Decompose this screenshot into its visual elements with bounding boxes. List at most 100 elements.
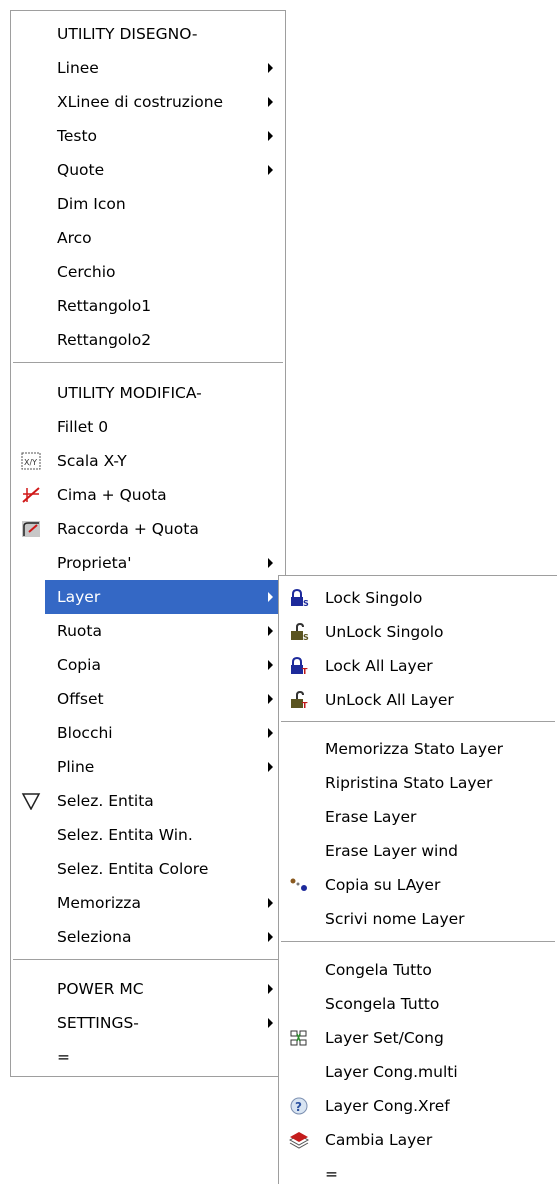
menu-item-label: SETTINGS- [57,1014,139,1032]
menu-item-label: Congela Tutto [325,961,432,979]
change-layer-icon [288,1131,310,1149]
unlock-single-icon: S [289,622,309,642]
menu-item-label: Layer [57,588,101,606]
menu-item-label: Layer Cong.multi [325,1063,458,1081]
menu-item-label: = [57,1048,70,1066]
submenu-item-memorizza-stato-layer[interactable]: Memorizza Stato Layer [279,732,557,766]
menu-item-label: Rettangolo2 [57,331,152,349]
submenu-item-unlock-all-layer[interactable]: T UnLock All Layer [279,683,557,717]
layer-submenu: S Lock Singolo S UnLock Singolo T Lock A… [278,575,557,1184]
menu-item-linee[interactable]: Linee [11,51,285,85]
submenu-arrow-icon [268,898,273,908]
svg-text:S: S [303,599,309,607]
submenu-item-erase-layer-wind[interactable]: Erase Layer wind [279,834,557,868]
svg-text:?: ? [295,1100,302,1114]
menu-item-copia[interactable]: Copia [11,648,285,682]
menu-item-rettangolo2[interactable]: Rettangolo2 [11,323,285,357]
submenu-arrow-icon [268,592,273,602]
menu-item-label: Scrivi nome Layer [325,910,465,928]
submenu-arrow-icon [268,984,273,994]
menu-item-utility-disegno[interactable]: UTILITY DISEGNO- [11,17,285,51]
menu-item-fillet-0[interactable]: Fillet 0 [11,410,285,444]
menu-separator [281,721,555,723]
menu-item-scala-xy[interactable]: X/Y Scala X-Y [11,444,285,478]
submenu-item-copia-su-layer[interactable]: Copia su LAyer [279,868,557,902]
menu-item-offset[interactable]: Offset [11,682,285,716]
lock-all-icon: T [289,656,309,676]
menu-item-label: Erase Layer [325,808,417,826]
menu-item-label: Rettangolo1 [57,297,152,315]
submenu-item-cambia-layer[interactable]: Cambia Layer [279,1123,557,1157]
menu-item-label: Erase Layer wind [325,842,458,860]
menu-item-label: Linee [57,59,99,77]
help-xref-icon: ? [289,1097,309,1115]
submenu-item-unlock-singolo[interactable]: S UnLock Singolo [279,615,557,649]
menu-item-label: Memorizza [57,894,141,912]
menu-item-layer[interactable]: Layer [45,580,285,614]
submenu-item-congela-tutto[interactable]: Congela Tutto [279,953,557,987]
menu-item-rettangolo1[interactable]: Rettangolo1 [11,289,285,323]
menu-item-dim-icon[interactable]: Dim Icon [11,187,285,221]
menu-item-label: Offset [57,690,104,708]
trim-dimension-icon [21,486,41,504]
submenu-item-layer-cong-xref[interactable]: ? Layer Cong.Xref [279,1089,557,1123]
menu-item-label: Arco [57,229,92,247]
menu-item-seleziona[interactable]: Seleziona [11,920,285,954]
menu-item-label: Selez. Entita Win. [57,826,193,844]
menu-item-pline[interactable]: Pline [11,750,285,784]
menu-item-label: Quote [57,161,105,179]
menu-item-label: = [325,1165,338,1183]
menu-item-proprieta[interactable]: Proprieta' [11,546,285,580]
submenu-arrow-icon [268,694,273,704]
submenu-arrow-icon [268,165,273,175]
submenu-item-layer-set-cong[interactable]: Layer Set/Cong [279,1021,557,1055]
menu-separator [13,362,283,364]
submenu-item-erase-layer[interactable]: Erase Layer [279,800,557,834]
menu-item-arco[interactable]: Arco [11,221,285,255]
menu-item-label: Ripristina Stato Layer [325,774,493,792]
submenu-item-layer-cong-multi[interactable]: Layer Cong.multi [279,1055,557,1089]
submenu-item-lock-singolo[interactable]: S Lock Singolo [279,581,557,615]
menu-item-cima-quota[interactable]: Cima + Quota [11,478,285,512]
menu-item-label: Cima + Quota [57,486,167,504]
menu-item-xlinee[interactable]: XLinee di costruzione [11,85,285,119]
menu-item-quote[interactable]: Quote [11,153,285,187]
layer-set-freeze-icon [289,1029,309,1047]
menu-item-label: Scongela Tutto [325,995,440,1013]
submenu-item-equals[interactable]: = [279,1157,557,1191]
submenu-item-scongela-tutto[interactable]: Scongela Tutto [279,987,557,1021]
menu-item-label: UnLock All Layer [325,691,454,709]
menu-item-label: Scala X-Y [57,452,127,470]
submenu-item-lock-all-layer[interactable]: T Lock All Layer [279,649,557,683]
menu-item-settings[interactable]: SETTINGS- [11,1006,285,1040]
svg-text:T: T [302,701,308,709]
menu-item-selez-entita[interactable]: Selez. Entita [11,784,285,818]
menu-item-label: Memorizza Stato Layer [325,740,503,758]
submenu-item-scrivi-nome-layer[interactable]: Scrivi nome Layer [279,902,557,936]
submenu-item-ripristina-stato-layer[interactable]: Ripristina Stato Layer [279,766,557,800]
menu-item-equals[interactable]: = [11,1040,285,1074]
menu-item-label: UnLock Singolo [325,623,444,641]
lock-single-icon: S [289,588,309,608]
menu-item-label: Selez. Entita Colore [57,860,209,878]
menu-separator [13,959,283,961]
menu-item-utility-modifica[interactable]: UTILITY MODIFICA- [11,376,285,410]
submenu-arrow-icon [268,728,273,738]
svg-text:X/Y: X/Y [24,458,37,467]
submenu-arrow-icon [268,932,273,942]
menu-item-memorizza[interactable]: Memorizza [11,886,285,920]
menu-item-cerchio[interactable]: Cerchio [11,255,285,289]
menu-item-power-mc[interactable]: POWER MC [11,972,285,1006]
scale-xy-icon: X/Y [21,452,41,470]
menu-item-label: Seleziona [57,928,132,946]
submenu-arrow-icon [268,558,273,568]
menu-item-testo[interactable]: Testo [11,119,285,153]
menu-item-label: Pline [57,758,95,776]
menu-item-raccorda-quota[interactable]: Raccorda + Quota [11,512,285,546]
menu-item-selez-entita-win[interactable]: Selez. Entita Win. [11,818,285,852]
menu-item-label: Copia su LAyer [325,876,441,894]
menu-item-blocchi[interactable]: Blocchi [11,716,285,750]
menu-item-ruota[interactable]: Ruota [11,614,285,648]
triangle-select-icon [21,792,41,811]
menu-item-selez-entita-colore[interactable]: Selez. Entita Colore [11,852,285,886]
